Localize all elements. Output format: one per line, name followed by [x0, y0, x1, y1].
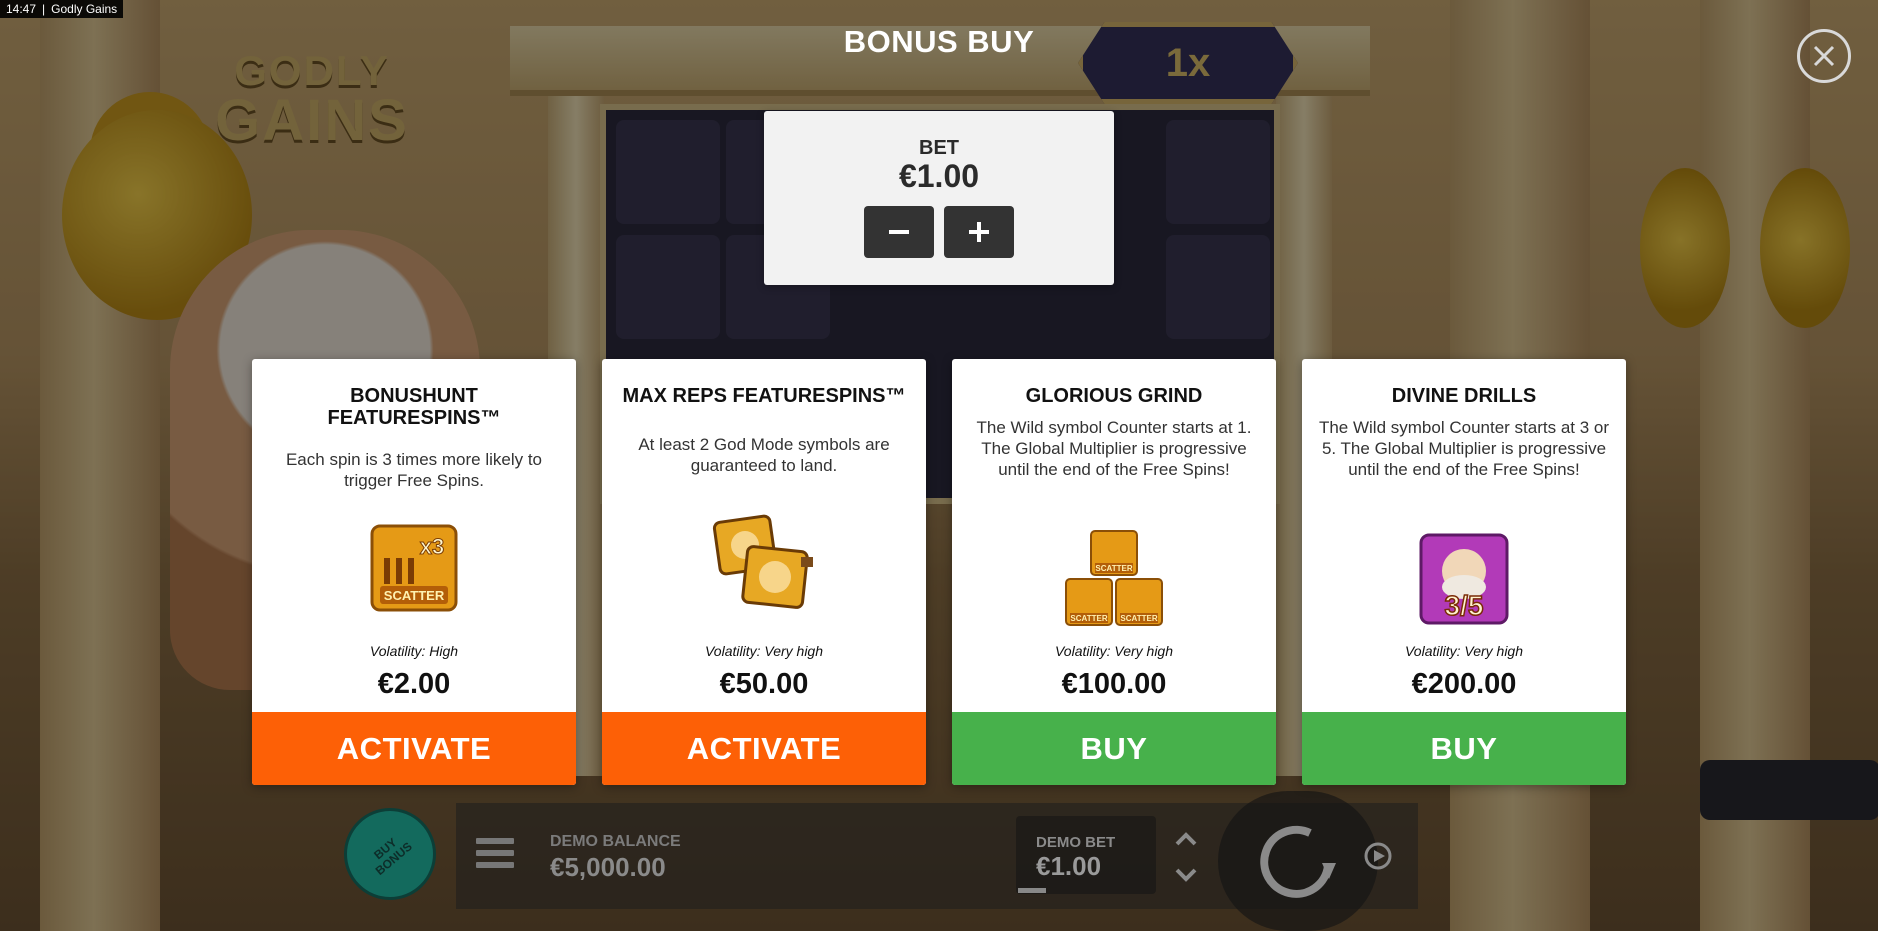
- buy-button[interactable]: BUY: [1302, 712, 1626, 785]
- bet-label: BET: [919, 137, 959, 159]
- demo-balance-label: DEMO BALANCE: [550, 833, 681, 850]
- scatter-multiplier: x3: [420, 534, 444, 559]
- wild-counter-label: 3/5: [1445, 590, 1484, 621]
- autoplay-icon[interactable]: [1360, 838, 1396, 874]
- scatter-label: SCATTER: [1120, 614, 1157, 623]
- card-description: The Wild symbol Counter starts at 1. The…: [976, 418, 1252, 479]
- status-time: 14:47: [6, 2, 37, 16]
- buy-button[interactable]: BUY: [952, 712, 1276, 785]
- chevron-down-icon[interactable]: [1172, 860, 1200, 888]
- activate-button[interactable]: ACTIVATE: [602, 712, 926, 785]
- triple-scatter-icon: SCATTER SCATTER SCATTER: [952, 529, 1276, 629]
- card-price: €200.00: [1411, 668, 1517, 700]
- god-mode-symbols-icon: [602, 511, 926, 611]
- card-title: BONUSHUNT FEATURESPINS™: [327, 385, 501, 429]
- bet-panel: BET €1.00: [764, 111, 1114, 285]
- card-title: GLORIOUS GRIND: [1025, 385, 1203, 407]
- spin-icon: [1260, 825, 1336, 898]
- demo-bet-value: €1.00: [1036, 851, 1102, 881]
- scatter-x3-icon: SCATTER x3: [252, 524, 576, 612]
- scatter-label: SCATTER: [384, 588, 445, 603]
- plus-icon: [969, 222, 989, 242]
- spin-button[interactable]: [1218, 791, 1378, 931]
- status-bar: 14:47 | Godly Gains: [0, 0, 124, 18]
- bet-value: €1.00: [898, 158, 980, 194]
- demo-bet-label: DEMO BET: [1036, 834, 1116, 851]
- minus-icon: [889, 230, 909, 234]
- close-icon: [1813, 45, 1835, 67]
- buy-bonus-label: BUY BONUS: [371, 834, 415, 878]
- card-description: Each spin is 3 times more likely to trig…: [285, 450, 543, 490]
- bonus-card-bonushunt: BONUSHUNT FEATURESPINS™ Each spin is 3 t…: [252, 359, 576, 785]
- card-price: €50.00: [719, 668, 809, 700]
- card-price: €2.00: [377, 668, 451, 700]
- card-title: DIVINE DRILLS: [1391, 385, 1537, 407]
- menu-icon[interactable]: [476, 838, 514, 868]
- demo-balance-value: €5,000.00: [550, 852, 666, 882]
- status-divider: |: [42, 2, 46, 16]
- card-description: At least 2 God Mode symbols are guarante…: [638, 435, 890, 475]
- card-volatility: Volatility: High: [369, 643, 459, 659]
- buy-bonus-button[interactable]: BUY BONUS: [344, 808, 436, 900]
- bonus-card-max-reps: MAX REPS FEATURESPINS™ At least 2 God Mo…: [602, 359, 926, 785]
- demo-bet-progress: [1018, 888, 1046, 893]
- card-volatility: Volatility: Very high: [1054, 643, 1173, 659]
- scatter-label: SCATTER: [1095, 564, 1132, 573]
- chevron-up-icon[interactable]: [1172, 826, 1200, 854]
- modal-title: BONUS BUY: [843, 24, 1035, 59]
- activate-button[interactable]: ACTIVATE: [252, 712, 576, 785]
- card-volatility: Volatility: Very high: [704, 643, 823, 659]
- card-description: The Wild symbol Counter starts at 3 or 5…: [1318, 418, 1610, 479]
- card-title: MAX REPS FEATURESPINS™: [622, 385, 906, 407]
- zeus-wild-icon: 3/5: [1302, 533, 1626, 625]
- scatter-label: SCATTER: [1070, 614, 1107, 623]
- bet-decrease-button[interactable]: [864, 206, 934, 258]
- bonus-card-glorious-grind: GLORIOUS GRIND The Wild symbol Counter s…: [952, 359, 1276, 785]
- status-app-title: Godly Gains: [51, 2, 118, 16]
- bonus-card-divine-drills: DIVINE DRILLS The Wild symbol Counter st…: [1302, 359, 1626, 785]
- close-button[interactable]: [1797, 29, 1851, 83]
- bet-increase-button[interactable]: [944, 206, 1014, 258]
- card-volatility: Volatility: Very high: [1404, 643, 1523, 659]
- card-price: €100.00: [1061, 668, 1167, 700]
